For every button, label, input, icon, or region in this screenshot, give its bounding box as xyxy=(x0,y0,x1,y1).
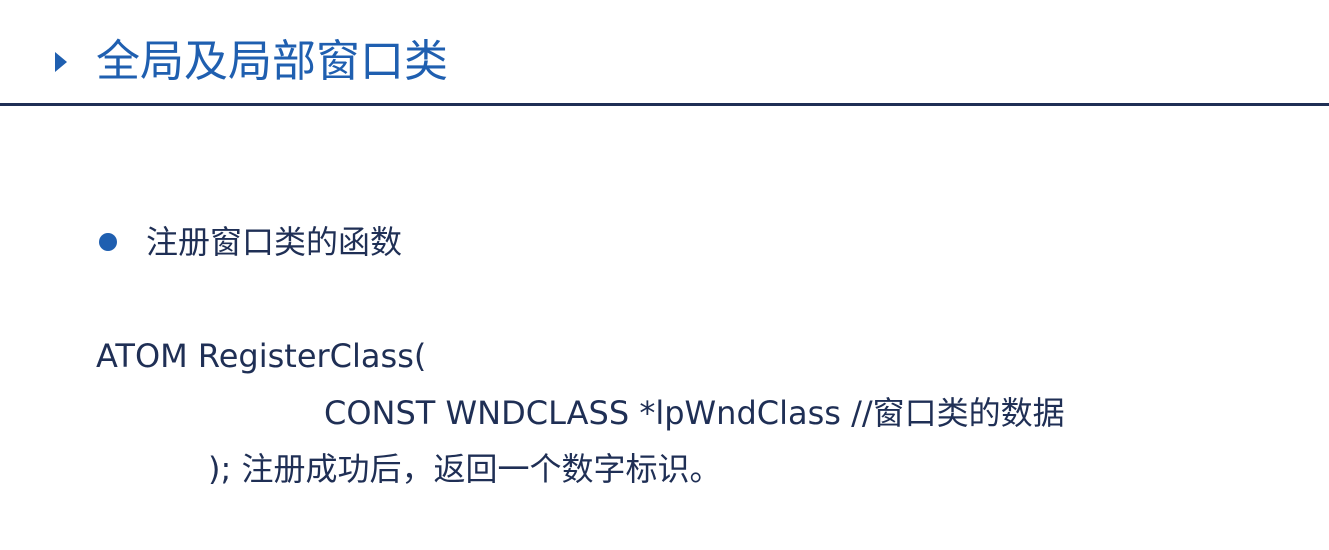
triangle-right-icon xyxy=(55,52,67,72)
bullet-dot-icon xyxy=(99,233,117,251)
code-line-parameter: CONST WNDCLASS *lpWndClass //窗口类的数据 xyxy=(324,394,1065,432)
title-divider xyxy=(0,103,1329,106)
slide-title: 全局及局部窗口类 xyxy=(96,36,448,87)
slide-header: 全局及局部窗口类 xyxy=(0,0,1329,106)
code-line-function-signature: ATOM RegisterClass( xyxy=(96,337,427,375)
code-line-closing: ); 注册成功后，返回一个数字标识。 xyxy=(208,450,722,488)
bullet-text: 注册窗口类的函数 xyxy=(146,223,403,261)
